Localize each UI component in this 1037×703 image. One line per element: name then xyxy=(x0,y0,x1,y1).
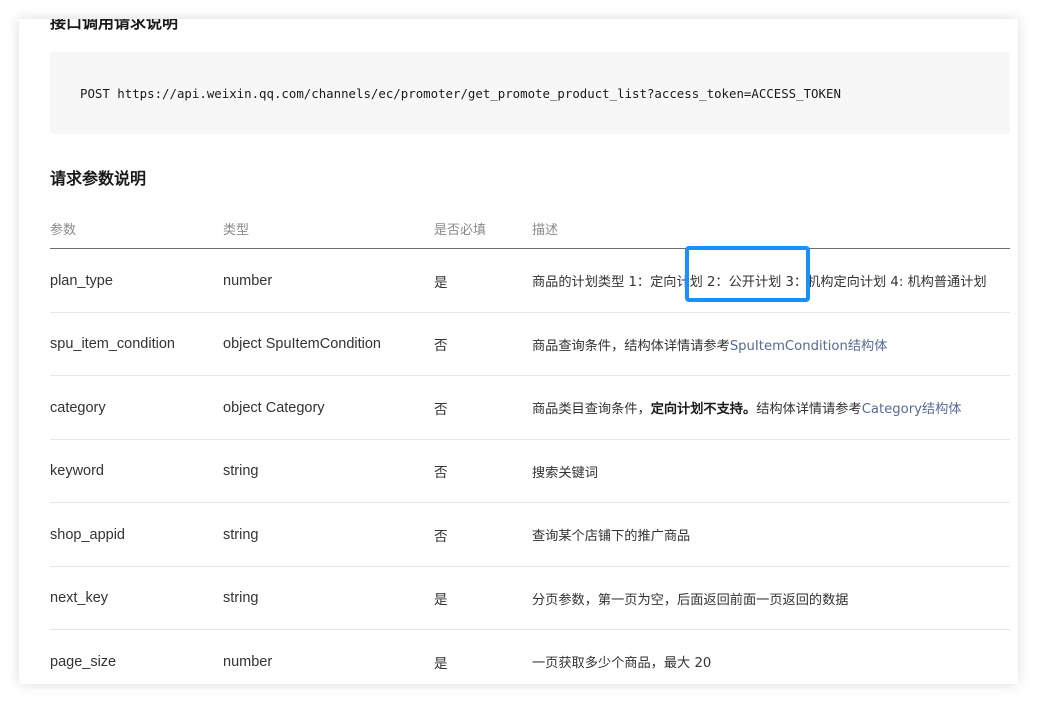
request-code-block: POST https://api.weixin.qq.com/channels/… xyxy=(50,52,1010,134)
param-required: 是 xyxy=(434,655,448,671)
param-required: 是 xyxy=(434,274,448,290)
params-section-title: 请求参数说明 xyxy=(50,169,147,188)
param-type: string xyxy=(223,590,259,606)
param-description: 一页获取多少个商品，最大 20 xyxy=(532,656,712,671)
table-row: page_size number 是 一页获取多少个商品，最大 20 xyxy=(50,630,1010,684)
param-required: 否 xyxy=(434,465,448,480)
param-type: object Category xyxy=(223,399,325,416)
table-row: category object Category 否 商品类目查询条件， 定向计划… xyxy=(50,376,1010,440)
param-type: object SpuItemCondition xyxy=(223,336,381,352)
description-text: 商品查询条件，结构体详情请参考 xyxy=(532,338,730,354)
table-row: plan_type number 是 商品的计划类型 1：定向计划 2：公开计划… xyxy=(50,249,1010,313)
param-type: string xyxy=(223,463,259,479)
request-section-title: 接口调用请求说明 xyxy=(50,19,179,32)
param-name: next_key xyxy=(50,590,109,606)
request-url-code: POST https://api.weixin.qq.com/channels/… xyxy=(80,85,841,101)
params-table: 参数 类型 是否必填 描述 plan_type number 是 商品的计划类型… xyxy=(50,209,1010,684)
table-row: spu_item_condition object SpuItemConditi… xyxy=(50,313,1010,376)
param-name: category xyxy=(50,399,106,416)
param-name: plan_type xyxy=(50,272,113,289)
param-required: 是 xyxy=(434,592,448,607)
param-description: 分页参数，第一页为空，后面返回前面一页返回的数据 xyxy=(532,592,849,608)
category-link[interactable]: Category结构体 xyxy=(862,398,962,417)
table-header: 参数 类型 是否必填 描述 xyxy=(50,209,1010,249)
description-bold-note: 定向计划不支持。 xyxy=(650,402,757,417)
param-type: number xyxy=(223,272,273,289)
header-required: 是否必填 xyxy=(434,223,487,238)
param-description: 商品查询条件，结构体详情请参考 SpuItemCondition结构体 xyxy=(532,313,887,376)
param-name: page_size xyxy=(50,653,117,670)
description-text: 结构体详情请参考 xyxy=(756,402,862,417)
doc-page: 接口调用请求说明 POST https://api.weixin.qq.com/… xyxy=(19,19,1018,684)
spu-item-condition-link[interactable]: SpuItemCondition结构体 xyxy=(730,335,888,354)
param-required: 否 xyxy=(434,401,448,417)
param-type: string xyxy=(223,526,259,543)
param-name: keyword xyxy=(50,463,104,479)
param-type: number xyxy=(223,653,273,670)
param-name: spu_item_condition xyxy=(50,336,175,352)
param-required: 否 xyxy=(434,338,448,353)
param-required: 否 xyxy=(434,528,448,544)
header-description: 描述 xyxy=(532,223,559,238)
param-name: shop_appid xyxy=(50,526,125,543)
param-description: 搜索关键词 xyxy=(532,465,598,481)
table-row: next_key string 是 分页参数，第一页为空，后面返回前面一页返回的… xyxy=(50,567,1010,630)
description-text: 商品类目查询条件， xyxy=(532,402,651,417)
table-row: shop_appid string 否 查询某个店铺下的推广商品 xyxy=(50,503,1010,567)
param-description: 商品类目查询条件， 定向计划不支持。 结构体详情请参考 Category结构体 xyxy=(532,376,962,439)
table-row: keyword string 否 搜索关键词 xyxy=(50,440,1010,503)
header-param: 参数 xyxy=(50,223,77,238)
header-type: 类型 xyxy=(223,223,250,238)
param-description: 查询某个店铺下的推广商品 xyxy=(532,529,691,544)
param-description: 商品的计划类型 1：定向计划 2：公开计划 3：机构定向计划 4: 机构普通计划 xyxy=(532,275,987,290)
